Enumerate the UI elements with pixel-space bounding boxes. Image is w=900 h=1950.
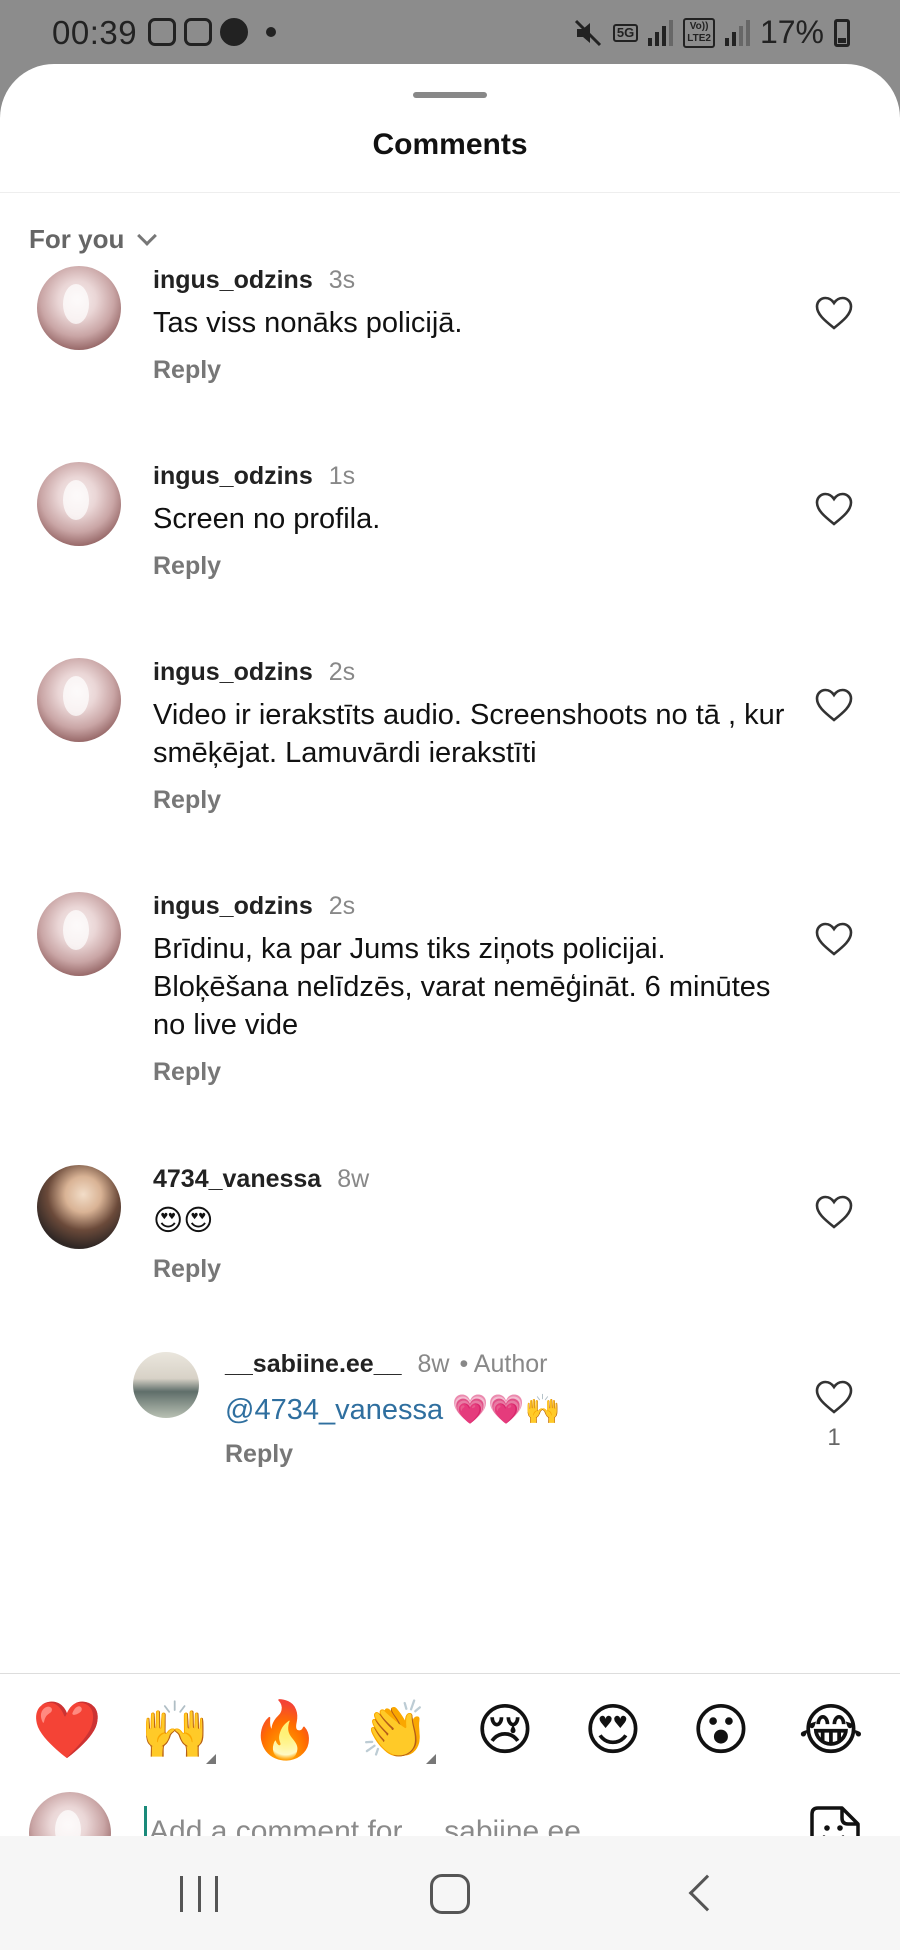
sort-filter-button[interactable]: For you — [29, 224, 158, 255]
comment-username[interactable]: ingus_odzins — [153, 266, 313, 295]
heart-outline-icon[interactable] — [814, 686, 854, 726]
comment-username[interactable]: ingus_odzins — [153, 892, 313, 921]
signal-1-icon — [648, 19, 674, 46]
reply-button[interactable]: Reply — [153, 786, 221, 815]
reply-button[interactable]: Reply — [153, 1058, 221, 1087]
quick-emoji-bar: ❤️ 🙌 🔥 👏 😢 😍 😮 😂 — [0, 1696, 900, 1766]
skin-tone-indicator-icon — [426, 1754, 436, 1764]
emoji-laughing-button[interactable]: 😂 — [796, 1696, 866, 1766]
skin-tone-indicator-icon — [206, 1754, 216, 1764]
emoji-heart-button[interactable]: ❤️ — [32, 1696, 102, 1766]
comment-username[interactable]: ingus_odzins — [153, 462, 313, 491]
network-type-icon: 5G — [612, 23, 639, 42]
comment-username[interactable]: 4734_vanessa — [153, 1165, 321, 1194]
comment-text: Brīdinu, ka par Jums tiks ziņots policij… — [153, 933, 771, 1041]
heart-outline-icon[interactable] — [814, 1378, 854, 1418]
comment-text: @4734_vanessa 💗💗🙌 — [225, 1390, 785, 1429]
gallery-icon — [184, 18, 212, 46]
heart-outline-icon[interactable] — [814, 920, 854, 960]
battery-percent: 17% — [759, 14, 824, 50]
comment-header: ingus_odzins 3s — [153, 266, 355, 295]
comment-time: 8w — [417, 1350, 450, 1378]
comment-text: Tas viss nonāks policijā. — [153, 307, 463, 339]
comment-time: 2s — [328, 658, 356, 686]
avatar[interactable] — [37, 892, 121, 976]
emoji-heart-eyes-button[interactable]: 😍 — [578, 1696, 648, 1766]
comment-header: ingus_odzins 2s — [153, 892, 355, 921]
comment-header: ingus_odzins 1s — [153, 462, 355, 491]
battery-icon — [834, 18, 850, 47]
volte-icon: Vo)) LTE2 — [683, 17, 715, 48]
avatar[interactable] — [37, 658, 121, 742]
comment-time: 3s — [328, 266, 356, 294]
comment-time: 1s — [328, 462, 356, 490]
reply-button[interactable]: Reply — [153, 356, 221, 385]
mute-icon — [574, 19, 601, 46]
reply-button[interactable]: Reply — [153, 1255, 221, 1284]
signal-2-icon — [724, 19, 750, 46]
more-notifications-dot-icon — [266, 27, 276, 37]
emoji-fire-button[interactable]: 🔥 — [250, 1696, 320, 1766]
recent-apps-button[interactable] — [180, 1876, 218, 1912]
mention-link[interactable]: @4734_vanessa — [225, 1394, 443, 1426]
emoji-raised-hands-button[interactable]: 🙌 — [140, 1696, 210, 1766]
comment-time: 8w — [337, 1165, 370, 1193]
author-tag: • Author — [459, 1350, 548, 1378]
comment-text: Video ir ierakstīts audio. Screenshoots … — [153, 699, 785, 769]
comments-sheet: Comments For you ingus_odzins 3s Tas vis… — [0, 64, 900, 1950]
avatar[interactable] — [133, 1352, 199, 1418]
divider — [0, 192, 900, 193]
comment-header: __sabiine.ee__ 8w • Author — [225, 1350, 547, 1379]
system-navigation-bar — [0, 1836, 900, 1950]
emoji-surprised-button[interactable]: 😮 — [686, 1696, 756, 1766]
comment-header: 4734_vanessa 8w — [153, 1165, 369, 1194]
heart-outline-icon[interactable] — [814, 490, 854, 530]
facebook-icon — [220, 18, 248, 46]
comment-text: Screen no profila. — [153, 503, 381, 535]
divider — [0, 1673, 900, 1674]
back-button[interactable] — [688, 1874, 726, 1912]
home-button[interactable] — [430, 1874, 470, 1914]
avatar[interactable] — [37, 1165, 121, 1249]
status-time: 00:39 — [52, 14, 138, 51]
status-bar: 00:39 5G Vo)) LTE2 17% — [0, 0, 900, 66]
avatar[interactable] — [37, 462, 121, 546]
heart-outline-icon[interactable] — [814, 294, 854, 334]
emoji-clap-button[interactable]: 👏 — [360, 1696, 430, 1766]
drag-handle[interactable] — [413, 92, 487, 98]
chevron-down-icon — [137, 225, 158, 246]
system-icons: 5G Vo)) LTE2 17% — [573, 14, 850, 51]
comment-time: 2s — [328, 892, 356, 920]
comment-text-body: 💗💗🙌 — [443, 1392, 561, 1426]
avatar[interactable] — [37, 266, 121, 350]
comment-text: 😍😍 — [153, 1203, 214, 1237]
notification-icons — [148, 18, 276, 46]
sheet-title: Comments — [372, 128, 528, 161]
comment-username[interactable]: ingus_odzins — [153, 658, 313, 687]
comment-username[interactable]: __sabiine.ee__ — [225, 1350, 402, 1379]
emoji-crying-button[interactable]: 😢 — [470, 1696, 540, 1766]
like-count: 1 — [827, 1424, 841, 1451]
comment-header: ingus_odzins 2s — [153, 658, 355, 687]
reply-button[interactable]: Reply — [225, 1440, 293, 1469]
instagram-icon — [148, 18, 176, 46]
heart-outline-icon[interactable] — [814, 1193, 854, 1233]
reply-button[interactable]: Reply — [153, 552, 221, 581]
sort-filter-label: For you — [29, 224, 125, 254]
